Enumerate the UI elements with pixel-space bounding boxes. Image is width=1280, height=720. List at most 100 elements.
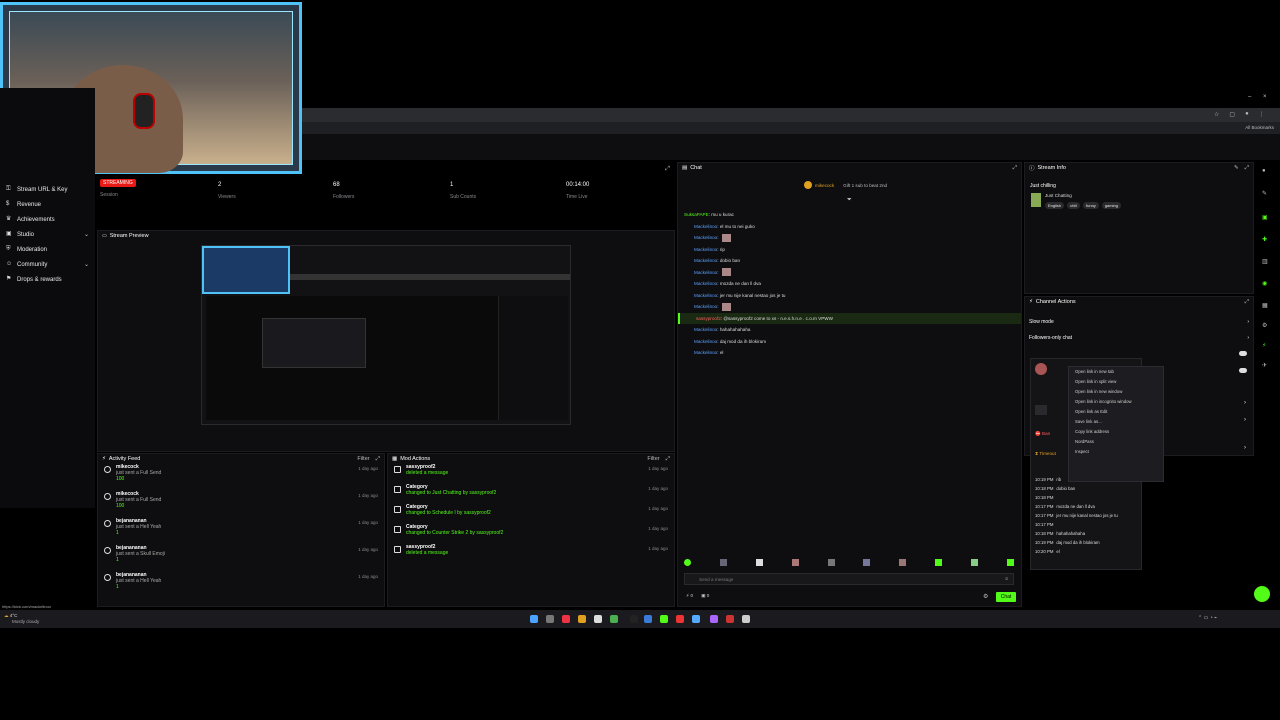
chat-message[interactable]: SuksaPAPE: mu u kurac xyxy=(678,209,1021,221)
chat-message[interactable]: Mackelinoo: xyxy=(678,301,1021,313)
mod-action-row[interactable]: Category changed to Just Chatting by sass… xyxy=(388,484,674,504)
sidebar-item-drops[interactable]: ⚑ Drops & rewards xyxy=(0,272,95,287)
chat-username[interactable]: Mackelinoo xyxy=(694,247,717,252)
extensions-icon[interactable]: ▢ xyxy=(1229,111,1235,119)
chat-message[interactable]: Mackelinoo: daj mod da ih blokiram xyxy=(678,336,1021,348)
taskbar-app-icon[interactable] xyxy=(676,615,684,623)
expand-icon[interactable]: ⤢ xyxy=(665,166,670,173)
pinned-banner[interactable]: mikecock Gift 1 sub to beat 2nd xyxy=(804,181,887,189)
chat-message[interactable]: Mackelinoo: xyxy=(678,267,1021,279)
sidebar-item-community[interactable]: ☺ Community ⌄ xyxy=(0,257,95,272)
toolbar-icon[interactable]: ⚡ xyxy=(1262,342,1266,349)
activity-row[interactable]: bejanananan just sent a Hell Yeah 1 1 day a… xyxy=(98,572,384,599)
scroll-down-icon[interactable]: ⏷ xyxy=(847,197,852,204)
toolbar-icon[interactable]: ▥ xyxy=(1262,258,1268,265)
toolbar-icon[interactable]: ● xyxy=(1262,168,1266,174)
chevron-down-icon[interactable]: ⌄ xyxy=(84,261,89,268)
context-menu-item[interactable]: Open link in new tab xyxy=(1069,367,1163,377)
tag-chip[interactable]: gaming xyxy=(1101,202,1121,209)
chat-message[interactable]: Mackelinoo: el mu to nei guko xyxy=(678,221,1021,233)
mod-action-row[interactable]: sassyproof2 deleted a message 1 day ago xyxy=(388,544,674,564)
expand-icon[interactable]: ⤢ xyxy=(1245,165,1249,172)
chat-username[interactable]: Mackelinoo xyxy=(694,339,717,344)
context-menu-item[interactable]: Open link in incognito window xyxy=(1069,397,1163,407)
context-menu-item[interactable]: Open link in split view xyxy=(1069,377,1163,387)
chat-username[interactable]: Mackelinoo xyxy=(694,293,717,298)
taskbar-app-icon[interactable] xyxy=(726,615,734,623)
help-button[interactable] xyxy=(1254,586,1270,602)
context-menu-item[interactable]: Copy link address xyxy=(1069,427,1163,437)
emote-icon[interactable] xyxy=(1006,559,1014,566)
chevron-right-icon[interactable]: › xyxy=(1244,445,1246,451)
activity-row[interactable]: bejanananan just sent a Hell Yeah 1 1 day a… xyxy=(98,518,384,545)
bookmarks-label[interactable]: All Bookmarks xyxy=(1245,125,1274,130)
toggle-switch[interactable] xyxy=(1239,351,1247,356)
taskbar-app-icon[interactable] xyxy=(692,615,700,623)
tag-chip[interactable]: chill xyxy=(1067,202,1081,209)
browser-address-bar[interactable] xyxy=(300,108,1280,122)
sidebar-item-revenue[interactable]: $ Revenue xyxy=(0,197,95,212)
taskbar-app-icon[interactable] xyxy=(742,615,750,623)
expand-icon[interactable]: ⤢ xyxy=(376,456,380,463)
chevron-right-icon[interactable]: › xyxy=(1244,417,1246,423)
timeout-button[interactable]: ⧗ Timeout xyxy=(1035,451,1056,456)
toolbar-icon[interactable]: ✚ xyxy=(1262,236,1267,243)
toolbar-icon[interactable]: ⚙ xyxy=(1262,322,1267,329)
chrome-icon[interactable] xyxy=(610,615,618,623)
toolbar-icon[interactable]: ✈ xyxy=(1262,362,1267,369)
weather-widget[interactable]: ☁ 4°C Mostly cloudy xyxy=(4,613,39,624)
expand-icon[interactable]: ⤢ xyxy=(1013,165,1017,172)
emote-icon[interactable] xyxy=(791,559,799,566)
expand-icon[interactable]: ⤢ xyxy=(1245,299,1249,306)
chat-username[interactable]: Mackelinoo xyxy=(694,258,717,263)
taskbar-app-icon[interactable] xyxy=(594,615,602,623)
chat-message[interactable]: Mackelinoo: jer mu nije kanal nestao jos… xyxy=(678,290,1021,302)
chat-username[interactable]: Mackelinoo xyxy=(694,350,717,355)
chat-username[interactable]: Mackelinoo xyxy=(694,281,717,286)
star-icon[interactable]: ☆ xyxy=(1214,111,1219,119)
taskbar-app-icon[interactable] xyxy=(578,615,586,623)
edit-icon[interactable]: ✎ xyxy=(1234,165,1239,172)
mod-filter-button[interactable]: Filter xyxy=(647,456,659,463)
slow-mode-row[interactable]: Slow mode › xyxy=(1029,319,1251,325)
emoji-icon[interactable]: ☺ xyxy=(1004,576,1009,581)
taskbar-app-icon[interactable] xyxy=(562,615,570,623)
chat-username[interactable]: Mackelinoo xyxy=(694,270,717,275)
emote-icon[interactable] xyxy=(755,559,763,566)
chat-message[interactable]: Mackelinoo: hahahahahaha xyxy=(678,324,1021,336)
chat-message[interactable]: Mackelinoo: mozda ne dan ll dva xyxy=(678,278,1021,290)
toggle-switch[interactable] xyxy=(1239,368,1247,373)
ban-button[interactable]: ⛔ Ban xyxy=(1035,431,1050,437)
taskbar-app-icon[interactable] xyxy=(644,615,652,623)
toolbar-icon[interactable]: ▣ xyxy=(1262,214,1268,221)
profile-icon[interactable]: ● xyxy=(1245,111,1249,119)
emote-icon[interactable] xyxy=(863,559,871,566)
chevron-down-icon[interactable]: ⌄ xyxy=(84,231,89,238)
sidebar-item-studio[interactable]: ▣ Studio ⌄ xyxy=(0,227,95,242)
chevron-right-icon[interactable]: › xyxy=(1244,400,1246,406)
close-icon[interactable]: × xyxy=(1263,94,1267,100)
context-menu-item[interactable]: Open link in new window xyxy=(1069,387,1163,397)
emote-icon[interactable] xyxy=(935,559,943,566)
settings-icon[interactable]: ⚙ xyxy=(983,593,988,600)
chat-message[interactable]: Mackelinoo: el xyxy=(678,347,1021,359)
chat-send-button[interactable]: Chat xyxy=(996,592,1016,602)
emote-icon[interactable] xyxy=(971,559,978,566)
stream-preview-video[interactable] xyxy=(201,245,571,425)
mod-action-row[interactable]: Category changed to Counter Strike 2 by s… xyxy=(388,524,674,544)
taskbar-app-icon[interactable] xyxy=(660,615,668,623)
chat-message[interactable]: Mackelinoo: rip xyxy=(678,244,1021,256)
menu-icon[interactable]: ⋮ xyxy=(1259,111,1265,119)
taskbar-app-icon[interactable] xyxy=(710,615,718,623)
context-menu-item[interactable]: Save link as... xyxy=(1069,417,1163,427)
emote-icon[interactable] xyxy=(684,559,691,566)
minimize-icon[interactable]: – xyxy=(1248,94,1251,100)
taskbar-app-icon[interactable] xyxy=(630,615,638,623)
activity-row[interactable]: bejanananan just sent a Skull Emoji 1 1 day… xyxy=(98,545,384,572)
chat-username[interactable]: Mackelinoo xyxy=(694,327,717,332)
sidebar-item-stream-url[interactable]: ⚿ Stream URL & Key xyxy=(0,182,95,197)
search-icon[interactable] xyxy=(546,615,554,623)
toolbar-icon[interactable]: ◉ xyxy=(1262,280,1267,287)
emote-icon[interactable] xyxy=(899,559,907,566)
emote-icon[interactable] xyxy=(719,559,727,566)
